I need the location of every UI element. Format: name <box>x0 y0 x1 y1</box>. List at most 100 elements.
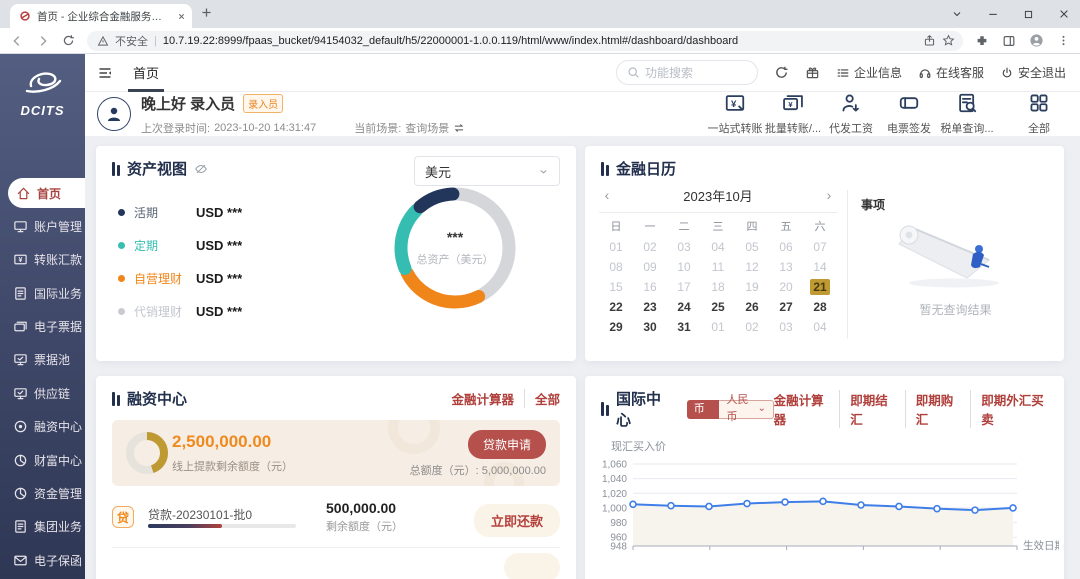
calendar-day-08[interactable]: 08 <box>599 257 633 277</box>
collapse-menu-icon[interactable] <box>97 65 113 81</box>
quick-action-批量转账/...[interactable]: ¥批量转账/... <box>764 92 822 136</box>
calendar-day-19[interactable]: 19 <box>735 277 769 297</box>
sidebar-item-转账汇款[interactable]: ¥转账汇款 <box>0 245 85 275</box>
sidebar-item-融资中心[interactable]: 融资中心 <box>0 412 85 442</box>
calendar-day-14[interactable]: 14 <box>803 257 837 277</box>
quick-action-税单查询...[interactable]: 税单查询... <box>938 92 996 136</box>
intl-link-即期购汇[interactable]: 即期购汇 <box>905 390 961 428</box>
calendar-next-icon[interactable]: › <box>821 187 837 203</box>
function-search[interactable] <box>616 60 758 85</box>
calendar-day-12[interactable]: 12 <box>735 257 769 277</box>
calendar-day-01[interactable]: 01 <box>599 237 633 257</box>
calendar-day-27[interactable]: 27 <box>769 297 803 317</box>
svg-text:¥: ¥ <box>788 100 793 109</box>
calendar-prev-icon[interactable]: ‹ <box>599 187 615 203</box>
calendar-day-13[interactable]: 13 <box>769 257 803 277</box>
calendar-day-03[interactable]: 03 <box>769 317 803 337</box>
profile-avatar-icon[interactable] <box>1029 33 1044 48</box>
sidebar-item-电子保函[interactable]: 电子保函 <box>0 545 85 575</box>
calendar-day-01[interactable]: 01 <box>701 317 735 337</box>
quick-action-代发工资[interactable]: 代发工资 <box>822 92 880 136</box>
calendar-day-28[interactable]: 28 <box>803 297 837 317</box>
calendar-day-22[interactable]: 22 <box>599 297 633 317</box>
calendar-day-09[interactable]: 09 <box>633 257 667 277</box>
calendar-day-02[interactable]: 02 <box>735 317 769 337</box>
browser-tab[interactable]: 首页 - 企业综合金融服务平台 <box>10 4 192 28</box>
calendar-day-02[interactable]: 02 <box>633 237 667 257</box>
calendar-day-23[interactable]: 23 <box>633 297 667 317</box>
calendar-day-24[interactable]: 24 <box>667 297 701 317</box>
sidebar-item-账户管理[interactable]: 账户管理 <box>0 211 85 241</box>
remaining-label: 线上提款剩余额度（元） <box>172 458 293 474</box>
sidebar-item-首页[interactable]: 首页 <box>8 178 85 208</box>
intl-link-即期结汇[interactable]: 即期结汇 <box>839 390 895 428</box>
tab-close-icon[interactable] <box>177 12 186 21</box>
calendar-day-26[interactable]: 26 <box>735 297 769 317</box>
refresh-icon[interactable] <box>774 65 789 80</box>
calendar-day-31[interactable]: 31 <box>667 317 701 337</box>
intl-link-即期外汇买卖[interactable]: 即期外汇买卖 <box>970 390 1048 428</box>
calendar-day-03[interactable]: 03 <box>667 237 701 257</box>
window-minimize-icon[interactable] <box>987 8 999 20</box>
sidebar-item-资金管理[interactable]: 资金管理 <box>0 479 85 509</box>
clipped-next-row-button[interactable] <box>504 553 560 579</box>
switch-scene-icon[interactable] <box>453 122 465 134</box>
financing-link-金融计算器[interactable]: 金融计算器 <box>451 389 514 408</box>
online-service-link[interactable]: 在线客服 <box>918 64 984 81</box>
back-icon[interactable] <box>10 34 24 48</box>
calendar-day-29[interactable]: 29 <box>599 317 633 337</box>
warning-icon <box>97 35 109 47</box>
sidebar-item-票据池[interactable]: 票据池 <box>0 345 85 375</box>
gift-icon[interactable] <box>805 65 820 80</box>
sidebar-item-集团业务[interactable]: 集团业务 <box>0 512 85 542</box>
calendar-day-10[interactable]: 10 <box>667 257 701 277</box>
sidebar-item-财富中心[interactable]: 财富中心 <box>0 445 85 475</box>
share-icon[interactable] <box>923 34 936 47</box>
calendar-day-16[interactable]: 16 <box>633 277 667 297</box>
browser-menu-icon[interactable] <box>1057 34 1070 47</box>
calendar-day-06[interactable]: 06 <box>769 237 803 257</box>
calendar-day-07[interactable]: 07 <box>803 237 837 257</box>
bookmark-star-icon[interactable] <box>942 34 955 47</box>
reload-icon[interactable] <box>62 34 75 47</box>
currency-type-select[interactable]: 币种 人民币 <box>687 400 774 419</box>
loan-badge: 贷 <box>112 506 134 528</box>
window-menu-icon[interactable] <box>951 8 963 20</box>
sidebar-item-电子票据[interactable]: 电子票据 <box>0 312 85 342</box>
eye-off-icon[interactable] <box>194 162 208 176</box>
calendar-day-18[interactable]: 18 <box>701 277 735 297</box>
secure-logout-link[interactable]: 安全退出 <box>1000 64 1066 81</box>
enterprise-info-link[interactable]: 企业信息 <box>836 64 902 81</box>
intl-link-金融计算器[interactable]: 金融计算器 <box>774 390 830 428</box>
quick-action-全部[interactable]: 全部 <box>1010 92 1068 136</box>
calendar-day-04[interactable]: 04 <box>701 237 735 257</box>
quick-action-电票签发[interactable]: 电票签发 <box>880 92 938 136</box>
asset-donut-chart: *** 总资产（美元） <box>380 173 530 323</box>
repay-now-button[interactable]: 立即还款 <box>474 504 560 537</box>
calendar-day-30[interactable]: 30 <box>633 317 667 337</box>
window-maximize-icon[interactable] <box>1023 9 1034 20</box>
new-tab-button[interactable] <box>200 6 213 19</box>
calendar-day-15[interactable]: 15 <box>599 277 633 297</box>
forward-icon[interactable] <box>36 34 50 48</box>
sidebar-item-国际业务[interactable]: 国际业务 <box>0 278 85 308</box>
side-panel-icon[interactable] <box>1002 34 1016 48</box>
tickets-icon <box>13 319 28 334</box>
tab-home[interactable]: 首页 <box>133 54 159 92</box>
calendar-day-25[interactable]: 25 <box>701 297 735 317</box>
url-bar[interactable]: 不安全 | 10.7.19.22:8999/fpaas_bucket/94154… <box>87 31 963 51</box>
search-input[interactable] <box>645 66 747 80</box>
calendar-day-21[interactable]: 21 <box>803 277 837 297</box>
loan-apply-button[interactable]: 贷款申请 <box>468 430 546 459</box>
calendar-day-17[interactable]: 17 <box>667 277 701 297</box>
pie-icon <box>13 486 28 501</box>
calendar-day-04[interactable]: 04 <box>803 317 837 337</box>
extensions-icon[interactable] <box>975 34 989 48</box>
window-close-icon[interactable] <box>1058 8 1070 20</box>
sidebar-item-供应链[interactable]: 供应链 <box>0 378 85 408</box>
calendar-day-05[interactable]: 05 <box>735 237 769 257</box>
quick-action-一站式转账[interactable]: ¥一站式转账 <box>706 92 764 136</box>
calendar-day-20[interactable]: 20 <box>769 277 803 297</box>
calendar-day-11[interactable]: 11 <box>701 257 735 277</box>
financing-link-全部[interactable]: 全部 <box>524 389 560 408</box>
